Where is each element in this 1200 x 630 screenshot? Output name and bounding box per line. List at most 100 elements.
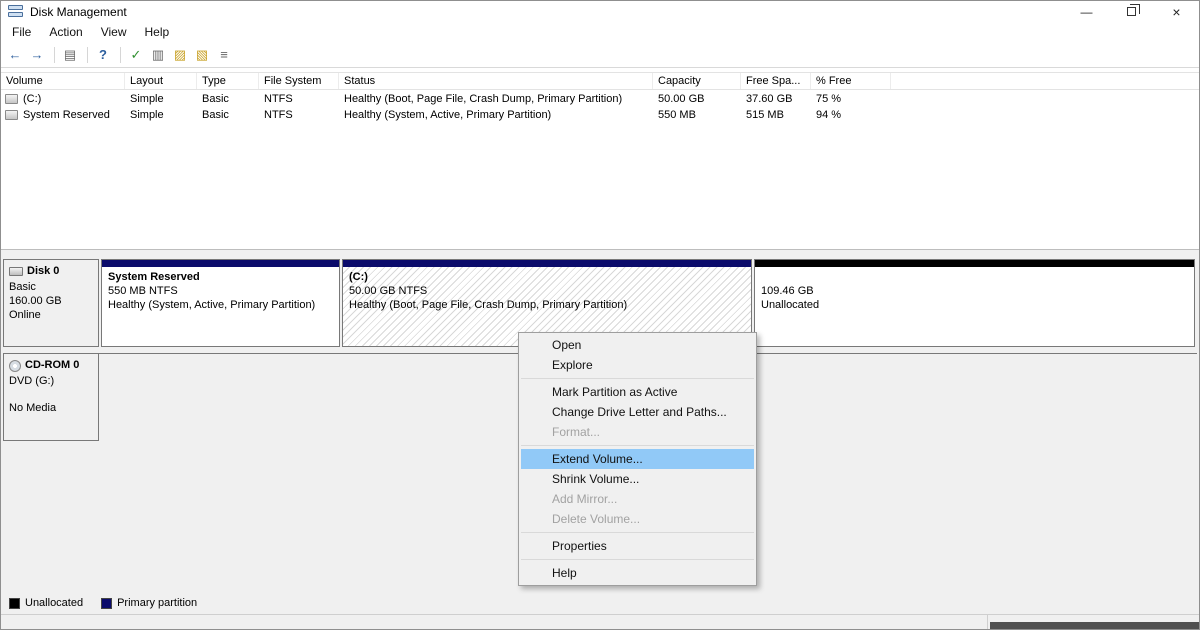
show-console-tree-icon[interactable]: ▤ — [60, 45, 80, 64]
back-icon[interactable]: ← — [5, 45, 25, 64]
context-menu-separator — [521, 559, 754, 560]
titlebar: Disk Management — × — [1, 1, 1199, 22]
context-menu-shrink-volume[interactable]: Shrink Volume... — [521, 469, 754, 489]
column-type[interactable]: Type — [197, 73, 259, 89]
actions-icon[interactable]: ▧ — [192, 45, 212, 64]
partition-color-strip — [102, 260, 339, 267]
partition-title — [761, 270, 1188, 284]
volume-name: System Reserved — [23, 109, 110, 121]
volume-list-header: Volume Layout Type File System Status Ca… — [1, 72, 1199, 90]
disk-0-label-panel[interactable]: Disk 0 Basic 160.00 GB Online — [3, 259, 99, 347]
help-icon[interactable]: ? — [93, 45, 113, 64]
menu-help[interactable]: Help — [136, 23, 179, 41]
menu-file[interactable]: File — [3, 23, 40, 41]
volume-type: Basic — [202, 109, 229, 121]
partition-status: Healthy (Boot, Page File, Crash Dump, Pr… — [349, 299, 628, 311]
partition-unallocated[interactable]: 109.46 GB Unallocated — [754, 259, 1195, 347]
restore-icon — [1127, 4, 1140, 16]
minimize-icon: — — [1080, 4, 1093, 19]
cd-icon — [9, 359, 21, 372]
volume-status: Healthy (System, Active, Primary Partiti… — [344, 109, 552, 121]
column-status[interactable]: Status — [339, 73, 653, 89]
unallocated-swatch-icon — [9, 597, 20, 609]
volume-status: Healthy (Boot, Page File, Crash Dump, Pr… — [344, 93, 623, 105]
partition-size: 109.46 GB — [761, 285, 814, 297]
context-menu-format: Format... — [552, 425, 601, 439]
context-menu-help[interactable]: Help — [521, 563, 754, 583]
partition-status: Healthy (System, Active, Primary Partiti… — [108, 299, 316, 311]
status-bar-divider — [987, 615, 988, 629]
volume-row-system-reserved[interactable]: System Reserved Simple Basic NTFS Health… — [1, 107, 1199, 123]
cdrom-0-name: CD-ROM 0 — [25, 359, 80, 371]
close-icon: × — [1172, 3, 1181, 20]
context-menu-extend-volume[interactable]: Extend Volume... — [521, 449, 754, 469]
context-menu-add-mirror: Add Mirror... — [552, 492, 618, 506]
volume-pct-free: 75 % — [816, 93, 842, 105]
context-menu-explore[interactable]: Explore — [521, 355, 754, 375]
column-filler — [891, 73, 1199, 89]
volume-layout: Simple — [130, 109, 164, 121]
views-icon[interactable]: ▥ — [148, 45, 168, 64]
cdrom-0-drive: DVD (G:) — [9, 375, 55, 387]
volume-fs: NTFS — [264, 109, 293, 121]
context-menu-delete-volume: Delete Volume... — [552, 512, 641, 526]
volume-free: 37.60 GB — [746, 93, 793, 105]
legend-unallocated: Unallocated — [9, 597, 83, 609]
disk-0-type: Basic — [9, 281, 36, 293]
toolbar-separator — [54, 46, 55, 63]
context-menu-properties[interactable]: Properties — [521, 536, 754, 556]
context-menu-open[interactable]: Open — [521, 335, 754, 355]
volume-layout: Simple — [130, 93, 164, 105]
context-menu-separator — [521, 378, 754, 379]
disk-management-window: Disk Management — × File Action View Hel… — [0, 0, 1200, 630]
menu-view[interactable]: View — [92, 23, 136, 41]
toolbar: ← → ▤ ? ✓ ▥ ▨ ▧ ≡ — [1, 42, 1199, 68]
volume-icon — [5, 110, 18, 120]
column-pct-free[interactable]: % Free — [811, 73, 891, 89]
cdrom-0-label-panel[interactable]: CD-ROM 0 DVD (G:) No Media — [3, 353, 99, 441]
minimize-button[interactable]: — — [1064, 1, 1109, 22]
context-menu-mark-partition-active[interactable]: Mark Partition as Active — [521, 382, 754, 402]
column-file-system[interactable]: File System — [259, 73, 339, 89]
partition-title: System Reserved — [108, 271, 200, 283]
context-menu-change-drive-letter[interactable]: Change Drive Letter and Paths... — [521, 402, 754, 422]
column-capacity[interactable]: Capacity — [653, 73, 741, 89]
disk-0-status: Online — [9, 309, 41, 321]
partition-size: 550 MB NTFS — [108, 285, 178, 297]
partition-color-strip — [755, 260, 1194, 267]
volume-free: 515 MB — [746, 109, 784, 121]
context-menu-separator — [521, 532, 754, 533]
volume-name: (C:) — [23, 93, 42, 105]
volume-fs: NTFS — [264, 93, 293, 105]
partition-title: (C:) — [349, 271, 368, 283]
legend-primary-label: Primary partition — [117, 597, 198, 609]
legend-primary-partition: Primary partition — [101, 597, 197, 609]
details-view-icon[interactable]: ≡ — [214, 45, 234, 64]
check-disk-icon[interactable]: ✓ — [126, 45, 146, 64]
partition-system-reserved[interactable]: System Reserved 550 MB NTFS Healthy (Sys… — [101, 259, 340, 347]
window-title: Disk Management — [30, 4, 127, 19]
folder-icon[interactable]: ▨ — [170, 45, 190, 64]
maximize-button[interactable] — [1109, 1, 1154, 22]
volume-icon — [5, 94, 18, 104]
column-free-space[interactable]: Free Spa... — [741, 73, 811, 89]
legend-unallocated-label: Unallocated — [25, 597, 84, 609]
toolbar-separator — [87, 46, 88, 63]
legend: Unallocated Primary partition — [9, 597, 197, 609]
menu-action[interactable]: Action — [40, 23, 91, 41]
column-volume[interactable]: Volume — [1, 73, 125, 89]
volume-pct-free: 94 % — [816, 109, 842, 121]
volume-capacity: 50.00 GB — [658, 93, 705, 105]
close-button[interactable]: × — [1154, 1, 1199, 22]
toolbar-separator — [120, 46, 121, 63]
partition-size: 50.00 GB NTFS — [349, 285, 428, 297]
disk-0-name: Disk 0 — [27, 265, 60, 277]
volume-row-c[interactable]: (C:) Simple Basic NTFS Healthy (Boot, Pa… — [1, 91, 1199, 107]
context-menu-separator — [521, 445, 754, 446]
column-layout[interactable]: Layout — [125, 73, 197, 89]
window-controls: — × — [1064, 1, 1199, 22]
forward-icon[interactable]: → — [27, 45, 47, 64]
menubar: File Action View Help — [1, 22, 1199, 42]
primary-partition-swatch-icon — [101, 597, 113, 609]
volume-capacity: 550 MB — [658, 109, 696, 121]
